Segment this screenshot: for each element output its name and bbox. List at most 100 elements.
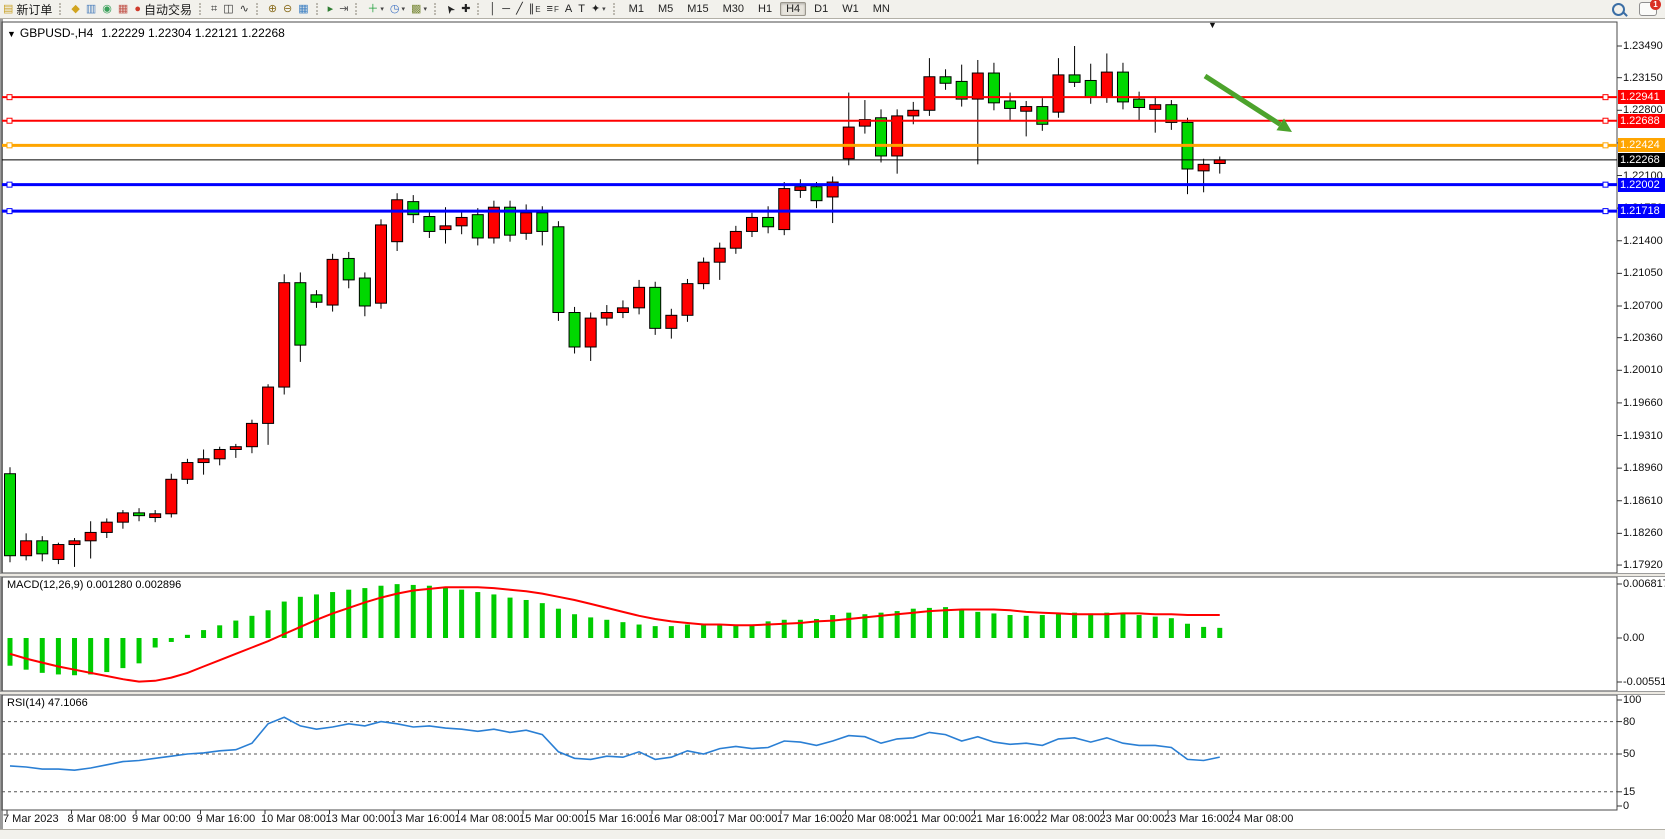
candle-body	[5, 474, 16, 556]
macd-histogram-bar	[1120, 613, 1125, 638]
candle-body	[763, 217, 774, 226]
macd-histogram-bar	[104, 638, 109, 672]
candle-body	[924, 77, 935, 111]
macd-histogram-bar	[717, 625, 722, 638]
macd-histogram-bar	[411, 585, 416, 638]
trend-arrow	[1205, 76, 1280, 124]
macd-histogram-bar	[459, 590, 464, 638]
macd-histogram-bar	[508, 598, 513, 638]
macd-histogram-bar	[620, 622, 625, 638]
macd-histogram-bar	[427, 586, 432, 638]
macd-histogram-bar	[782, 620, 787, 638]
macd-histogram-bar	[120, 638, 125, 668]
line-anchor	[7, 118, 12, 123]
mt4-window: ▤新订单◆▥◉▦●自动交易⌗◫∿⊕⊖▦▸⇥＋▾◷▾▩▾➤✚│─╱∥E≡FAT✦▾…	[0, 0, 1665, 839]
macd-histogram-bar	[88, 638, 93, 674]
candle-body	[37, 541, 48, 554]
macd-histogram-bar	[959, 609, 964, 638]
macd-histogram-bar	[846, 613, 851, 638]
macd-histogram-bar	[24, 638, 29, 670]
macd-histogram-bar	[1088, 613, 1093, 638]
candle-body	[85, 532, 96, 540]
macd-histogram-bar	[830, 615, 835, 638]
macd-histogram-bar	[943, 607, 948, 638]
symbol-ohlc-label: ▼ GBPUSD-,H4 1.22229 1.22304 1.22121 1.222…	[7, 26, 285, 40]
macd-histogram-bar	[395, 584, 400, 638]
symbol-name: GBPUSD-,H4	[20, 26, 93, 40]
macd-histogram-bar	[475, 592, 480, 638]
candle-body	[1021, 107, 1032, 112]
macd-histogram-bar	[443, 587, 448, 638]
macd-histogram-bar	[1008, 615, 1013, 638]
chart-canvas[interactable]	[0, 0, 1665, 839]
macd-histogram-bar	[314, 594, 319, 638]
macd-histogram-bar	[991, 613, 996, 638]
macd-histogram-bar	[185, 635, 190, 638]
candle-body	[585, 318, 596, 347]
candle-body	[327, 259, 338, 305]
candle-body	[343, 258, 354, 279]
candle-body	[714, 248, 725, 262]
candle-body	[1005, 101, 1016, 108]
candle-body	[843, 127, 854, 159]
macd-histogram-bar	[556, 609, 561, 638]
macd-histogram-bar	[1072, 613, 1077, 638]
candle-body	[69, 541, 80, 545]
candle-body	[892, 116, 903, 156]
candle-body	[214, 449, 225, 458]
candle-body	[166, 479, 177, 513]
object-anchor-marker: ▼	[1208, 20, 1217, 30]
line-anchor	[7, 182, 12, 187]
candle-body	[279, 283, 290, 387]
macd-histogram-bar	[733, 625, 738, 638]
macd-histogram-bar	[8, 638, 13, 666]
ohlc-values: 1.22229 1.22304 1.22121 1.22268	[101, 26, 285, 40]
line-anchor	[7, 209, 12, 214]
macd-histogram-bar	[1024, 616, 1029, 638]
macd-histogram-bar	[749, 625, 754, 638]
rsi-line	[10, 717, 1220, 770]
macd-histogram-bar	[1056, 613, 1061, 638]
candle-body	[876, 118, 887, 156]
candle-body	[1053, 75, 1064, 112]
rsi-panel-border	[2, 695, 1617, 810]
macd-histogram-bar	[249, 616, 254, 638]
candle-body	[617, 308, 628, 313]
candle-body	[295, 283, 306, 345]
macd-histogram-bar	[217, 625, 222, 638]
panel-splitter-macd[interactable]	[0, 573, 1665, 577]
candle-body	[972, 73, 983, 99]
candle-body	[311, 295, 322, 302]
macd-histogram-bar	[40, 638, 45, 673]
candle-body	[1085, 80, 1096, 97]
candle-body	[537, 213, 548, 232]
candle-body	[1101, 72, 1112, 97]
macd-histogram-bar	[524, 600, 529, 638]
macd-histogram-bar	[1153, 617, 1158, 638]
panel-splitter-rsi[interactable]	[0, 691, 1665, 695]
macd-histogram-bar	[927, 608, 932, 638]
candle-body	[359, 278, 370, 306]
macd-histogram-bar	[701, 625, 706, 638]
macd-histogram-bar	[153, 638, 158, 648]
macd-panel-border	[2, 577, 1617, 691]
candle-body	[101, 522, 112, 532]
macd-histogram-bar	[572, 614, 577, 638]
macd-histogram-bar	[669, 626, 674, 638]
line-anchor	[1603, 118, 1608, 123]
candle-body	[1150, 105, 1161, 110]
line-anchor	[1603, 209, 1608, 214]
candle-body	[117, 513, 128, 522]
macd-histogram-bar	[169, 638, 174, 642]
macd-histogram-bar	[685, 625, 690, 638]
candle-body	[1134, 99, 1145, 107]
macd-histogram-bar	[266, 610, 271, 638]
line-anchor	[1603, 95, 1608, 100]
candle-body	[634, 287, 645, 308]
macd-histogram-bar	[56, 638, 61, 674]
rsi-label: RSI(14) 47.1066	[7, 697, 88, 709]
candle-body	[569, 313, 580, 347]
macd-histogram-bar	[653, 626, 658, 638]
collapse-triangle-icon[interactable]: ▼	[7, 29, 16, 39]
candle-body	[553, 227, 564, 313]
